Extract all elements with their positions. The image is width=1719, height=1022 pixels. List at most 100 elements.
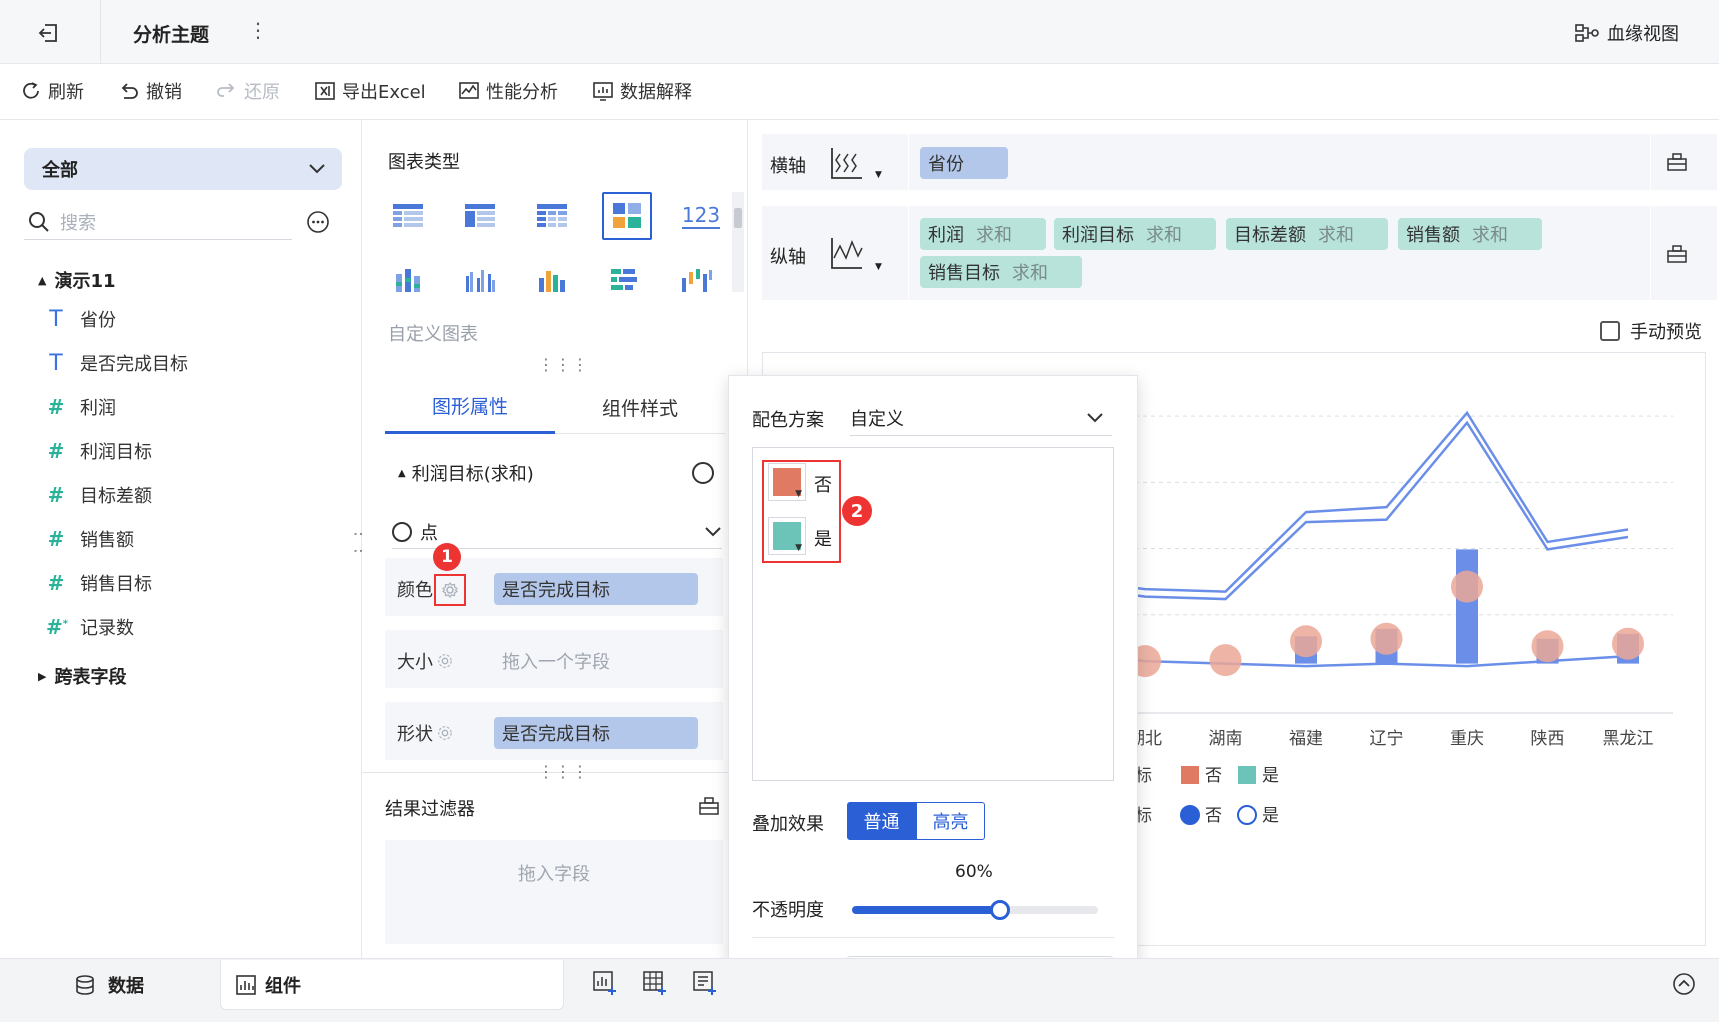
axis-settings-icon[interactable]: [1666, 152, 1688, 172]
search-placeholder: 搜索: [60, 212, 96, 234]
text-field-icon: T: [49, 306, 63, 332]
manual-preview-toggle[interactable]: 手动预览: [1600, 318, 1702, 344]
chart-type-scrollbar[interactable]: [732, 192, 744, 292]
refresh-icon: [23, 82, 39, 99]
shape-field-pill[interactable]: 是否完成目标: [494, 717, 698, 749]
x-tick-label: 陕西: [1531, 729, 1565, 749]
y-axis-field-pill[interactable]: 目标差额 求和: [1226, 218, 1388, 250]
search-input[interactable]: 搜索: [24, 204, 292, 240]
field-item[interactable]: # 利润: [46, 394, 116, 420]
overlay-highlight-button[interactable]: 高亮: [916, 802, 985, 840]
field-item[interactable]: #* 记录数: [46, 614, 134, 640]
tab-data[interactable]: 数据: [74, 972, 144, 998]
undo-label: 撤销: [146, 82, 182, 103]
undo-button[interactable]: 撤销: [118, 78, 182, 104]
field-item[interactable]: # 销售目标: [46, 570, 152, 596]
bar-chart-icon[interactable]: [530, 258, 574, 302]
chart-type-title: 图表类型: [388, 152, 460, 173]
redo-button[interactable]: 还原: [216, 78, 280, 104]
opacity-slider-thumb[interactable]: [989, 900, 1010, 920]
tab-graph-properties[interactable]: 图形属性: [385, 380, 555, 434]
overlay-normal-button[interactable]: 普通: [847, 802, 916, 840]
kpi-chart-icon[interactable]: 123: [674, 194, 728, 238]
gear-icon[interactable]: [437, 725, 453, 741]
shape-label-group: 形状: [397, 720, 453, 746]
tab-widget[interactable]: 组件: [220, 960, 564, 1010]
field-name: 利润目标: [1062, 225, 1134, 246]
divider: [1650, 134, 1651, 190]
y-axis-field-pill[interactable]: 销售目标 求和: [920, 256, 1082, 288]
y-axis-field-pill[interactable]: 利润目标 求和: [1054, 218, 1216, 250]
highlight-box: [434, 574, 466, 606]
manual-preview-label: 手动预览: [1630, 322, 1702, 343]
lineage-view-button[interactable]: 血缘视图: [1575, 20, 1679, 46]
add-chart-icon[interactable]: [592, 970, 618, 996]
gear-icon[interactable]: [437, 653, 453, 669]
field-item[interactable]: T 是否完成目标: [46, 350, 188, 376]
size-label: 大小: [397, 652, 433, 673]
color-scheme-select[interactable]: 自定义: [850, 400, 1112, 436]
mark-type-value: 点: [420, 522, 438, 544]
color-scheme-value: 自定义: [850, 408, 904, 430]
data-explain-button[interactable]: 数据解释: [592, 78, 692, 104]
tab-component-style[interactable]: 组件样式: [555, 380, 725, 434]
performance-analysis-button[interactable]: 性能分析: [458, 78, 558, 104]
filter-drop-zone[interactable]: 拖入字段: [385, 840, 723, 944]
aggregation: 求和: [1146, 225, 1182, 246]
resize-handle[interactable]: ⋮⋮⋮: [538, 355, 589, 374]
size-drop-hint[interactable]: 拖入一个字段: [502, 648, 610, 674]
waterfall-chart-icon[interactable]: [674, 258, 718, 302]
more-circle-icon[interactable]: [306, 210, 330, 234]
x-axis-sort-icon[interactable]: [828, 144, 868, 184]
search-icon: [29, 211, 49, 232]
dataset-node[interactable]: ▲ 演示11: [38, 267, 116, 293]
field-name: 利润: [928, 225, 964, 246]
scope-select[interactable]: 全部: [24, 148, 342, 190]
export-excel-button[interactable]: 导出Excel: [314, 78, 426, 104]
field-item[interactable]: T 省份: [46, 306, 116, 332]
y-axis-field-pill[interactable]: 销售额 求和: [1398, 218, 1542, 250]
field-name: 销售目标: [928, 263, 1000, 284]
y-axis-sort-icon[interactable]: [828, 234, 868, 274]
caret-down-icon[interactable]: ▼: [875, 262, 882, 272]
stacked-bar-icon[interactable]: [386, 258, 430, 302]
back-icon[interactable]: [36, 20, 62, 46]
axis-settings-icon[interactable]: [1666, 244, 1688, 264]
kpi-label: 123: [681, 203, 721, 229]
point-mark: [1451, 570, 1483, 603]
opacity-slider-fill: [852, 906, 1000, 914]
performance-icon: [459, 82, 479, 99]
grouped-table-icon[interactable]: [458, 194, 502, 238]
caret-down-icon[interactable]: ▼: [875, 170, 882, 180]
table-chart-icon[interactable]: [386, 194, 430, 238]
filter-settings-icon[interactable]: [698, 796, 720, 816]
field-item[interactable]: # 利润目标: [46, 438, 152, 464]
field-item[interactable]: # 销售额: [46, 526, 134, 552]
field-name: 销售额: [1406, 225, 1460, 246]
grouped-bar-icon[interactable]: [458, 258, 502, 302]
x-axis-field-pill[interactable]: 省份: [920, 147, 1008, 179]
add-table-icon[interactable]: [642, 970, 668, 996]
field-item[interactable]: # 目标差额: [46, 482, 152, 508]
cross-table-node[interactable]: ▶ 跨表字段: [38, 663, 126, 689]
x-tick-label: 湖南: [1209, 729, 1243, 749]
collapse-up-icon[interactable]: [1672, 972, 1696, 996]
resize-handle[interactable]: ⋮⋮⋮: [538, 762, 589, 781]
custom-chart-icon[interactable]: [602, 192, 652, 240]
custom-chart-label: 自定义图表: [388, 324, 478, 345]
color-field-pill[interactable]: 是否完成目标: [494, 573, 698, 605]
divider: [908, 134, 909, 190]
number-field-icon: #: [47, 571, 65, 595]
measure-node[interactable]: ▲ 利润目标(求和): [398, 460, 534, 486]
cross-table-icon[interactable]: [530, 194, 574, 238]
mark-circle-icon[interactable]: [692, 462, 714, 484]
caret-down-icon: ▲: [398, 467, 406, 479]
step-badge: 1: [433, 543, 461, 571]
more-options-icon[interactable]: ⋮: [248, 18, 268, 42]
point-mark: [1531, 630, 1564, 663]
add-filter-icon[interactable]: [692, 970, 718, 996]
horizontal-bar-icon[interactable]: [602, 258, 646, 302]
y-axis-field-pill[interactable]: 利润 求和: [920, 218, 1046, 250]
refresh-button[interactable]: 刷新: [20, 78, 84, 104]
checkbox[interactable]: [1600, 321, 1620, 341]
